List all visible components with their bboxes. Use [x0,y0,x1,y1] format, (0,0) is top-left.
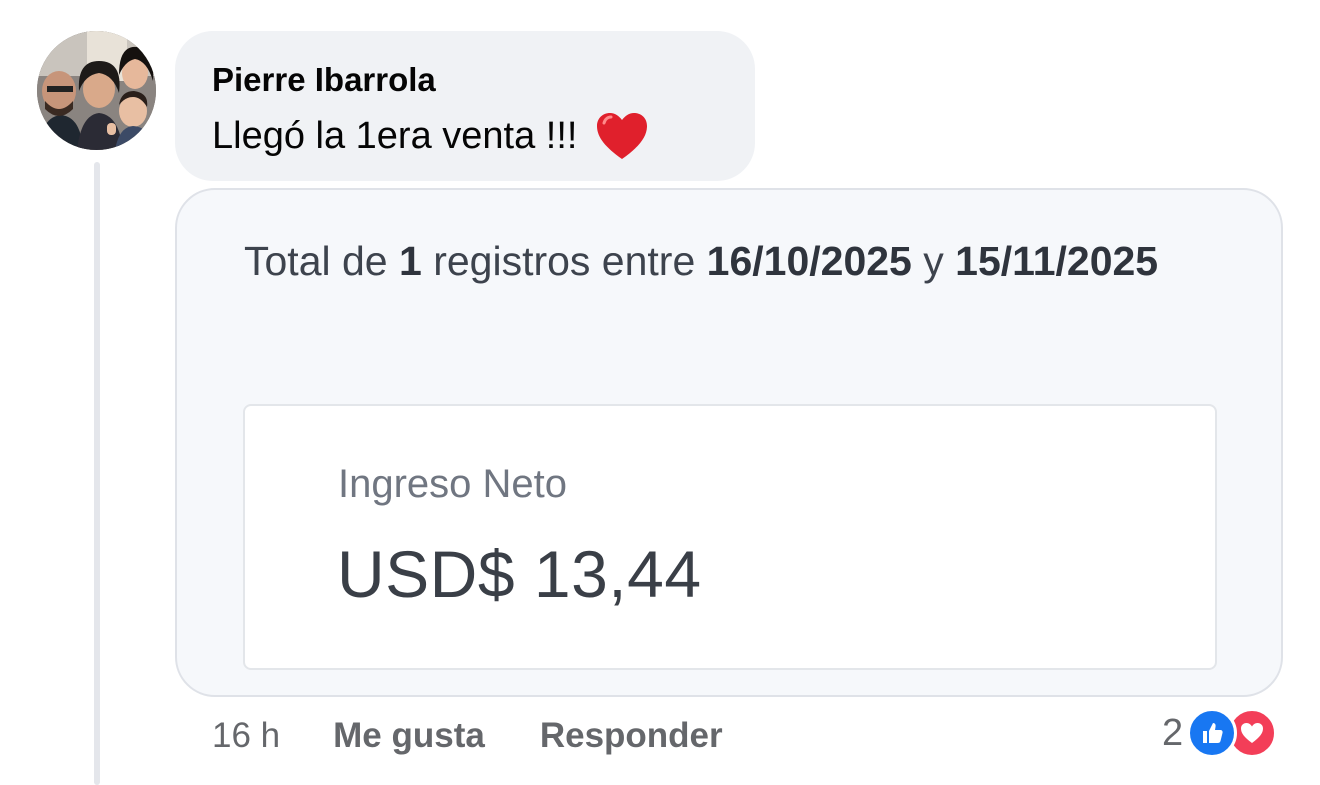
avatar[interactable] [37,31,156,150]
summary-middle: registros entre [421,238,707,284]
reaction-summary[interactable]: 2 [1162,706,1278,760]
summary-connector: y [911,238,956,284]
red-heart-emoji-icon [595,111,649,161]
like-button[interactable]: Me gusta [333,716,485,756]
comment-bubble: Pierre Ibarrola Llegó la 1era venta !!! [175,31,755,181]
comment-text: Llegó la 1era venta !!! [212,114,578,157]
metric-value: USD$ 13,44 [337,537,702,611]
records-summary: Total de 1 registros entre 16/10/2025 y … [244,228,1204,295]
attached-screenshot[interactable]: Total de 1 registros entre 16/10/2025 y … [175,188,1283,697]
comment-author[interactable]: Pierre Ibarrola [212,61,436,99]
avatar-photo [37,31,156,150]
comment-timestamp[interactable]: 16 h [212,716,280,756]
net-income-card: Ingreso Neto USD$ 13,44 [243,404,1217,670]
thread-line [94,162,100,785]
record-count: 1 [399,238,422,284]
metric-label: Ingreso Neto [338,462,568,506]
summary-prefix: Total de [244,238,399,284]
comment-actions: 16 h Me gusta Responder [212,716,778,756]
comment-thread: Pierre Ibarrola Llegó la 1era venta !!! … [0,0,1320,785]
reply-button[interactable]: Responder [540,716,723,756]
comment-message: Llegó la 1era venta !!! [212,111,649,161]
start-date: 16/10/2025 [706,238,912,284]
reaction-count: 2 [1162,711,1184,754]
end-date: 15/11/2025 [955,238,1159,284]
thumbs-up-icon [1187,708,1238,758]
